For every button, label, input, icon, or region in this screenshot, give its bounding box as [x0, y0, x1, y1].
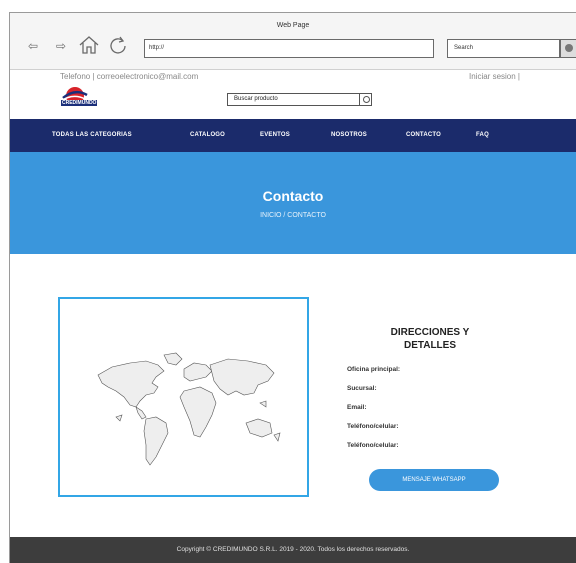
refresh-icon-svg: [110, 36, 126, 54]
top-info-bar: Telefono | correoelectronico@mail.com In…: [10, 70, 576, 83]
refresh-icon[interactable]: [108, 35, 128, 58]
contact-info: Telefono | correoelectronico@mail.com: [60, 72, 199, 81]
whatsapp-button[interactable]: MENSAJE WHATSAPP: [369, 469, 499, 491]
nav-item-eventos[interactable]: EVENTOS: [260, 132, 290, 138]
browser-window: Web Page ⇦ ⇨ http:// Search Telefono | c…: [9, 12, 576, 563]
details-title-line1: DIRECCIONES Y: [390, 327, 470, 338]
back-icon[interactable]: ⇦: [28, 39, 38, 53]
detail-label-telefono-1: Teléfono/celular:: [347, 423, 399, 430]
nav-item-catalogo[interactable]: CATALOGO: [190, 132, 225, 138]
logo[interactable]: CREDIMUNDO: [57, 86, 98, 108]
nav-item-contacto[interactable]: CONTACTO: [406, 132, 441, 138]
logo-text: CREDIMUNDO: [61, 100, 98, 106]
detail-label-telefono-2: Teléfono/celular:: [347, 442, 399, 449]
detail-label-email: Email:: [347, 404, 367, 411]
detail-label-oficina: Oficina principal:: [347, 366, 401, 373]
copyright-text: Copyright © CREDIMUNDO S.R.L. 2019 - 202…: [176, 546, 410, 553]
main-nav: TODAS LAS CATEGORIAS CATALOGO EVENTOS NO…: [10, 119, 576, 152]
url-input[interactable]: http://: [144, 39, 434, 58]
home-icon-svg: [79, 36, 99, 54]
footer: Copyright © CREDIMUNDO S.R.L. 2019 - 202…: [10, 537, 576, 563]
detail-label-sucursal: Sucursal:: [347, 385, 377, 392]
page-title: Contacto: [262, 188, 324, 204]
product-search-button[interactable]: [359, 93, 372, 106]
nav-item-faq[interactable]: FAQ: [476, 132, 489, 138]
world-map-icon: [97, 352, 281, 466]
home-icon[interactable]: [78, 35, 100, 58]
details-title: DIRECCIONES Y DETALLES: [370, 326, 490, 352]
login-link[interactable]: Iniciar sesion |: [469, 72, 520, 81]
nav-item-categorias[interactable]: TODAS LAS CATEGORIAS: [52, 132, 132, 138]
hero-banner: Contacto INICIO / CONTACTO: [10, 152, 576, 254]
breadcrumb[interactable]: INICIO / CONTACTO: [10, 212, 576, 219]
browser-search-button[interactable]: [560, 39, 576, 58]
product-search-input[interactable]: Buscar producto: [227, 93, 372, 106]
details-title-line2: DETALLES: [403, 340, 457, 351]
window-title: Web Page: [276, 22, 310, 29]
world-map[interactable]: [58, 297, 309, 497]
forward-icon[interactable]: ⇨: [56, 39, 66, 53]
nav-item-nosotros[interactable]: NOSOTROS: [331, 132, 367, 138]
browser-search-input[interactable]: Search: [447, 39, 560, 58]
browser-chrome: Web Page ⇦ ⇨ http:// Search: [10, 13, 576, 70]
